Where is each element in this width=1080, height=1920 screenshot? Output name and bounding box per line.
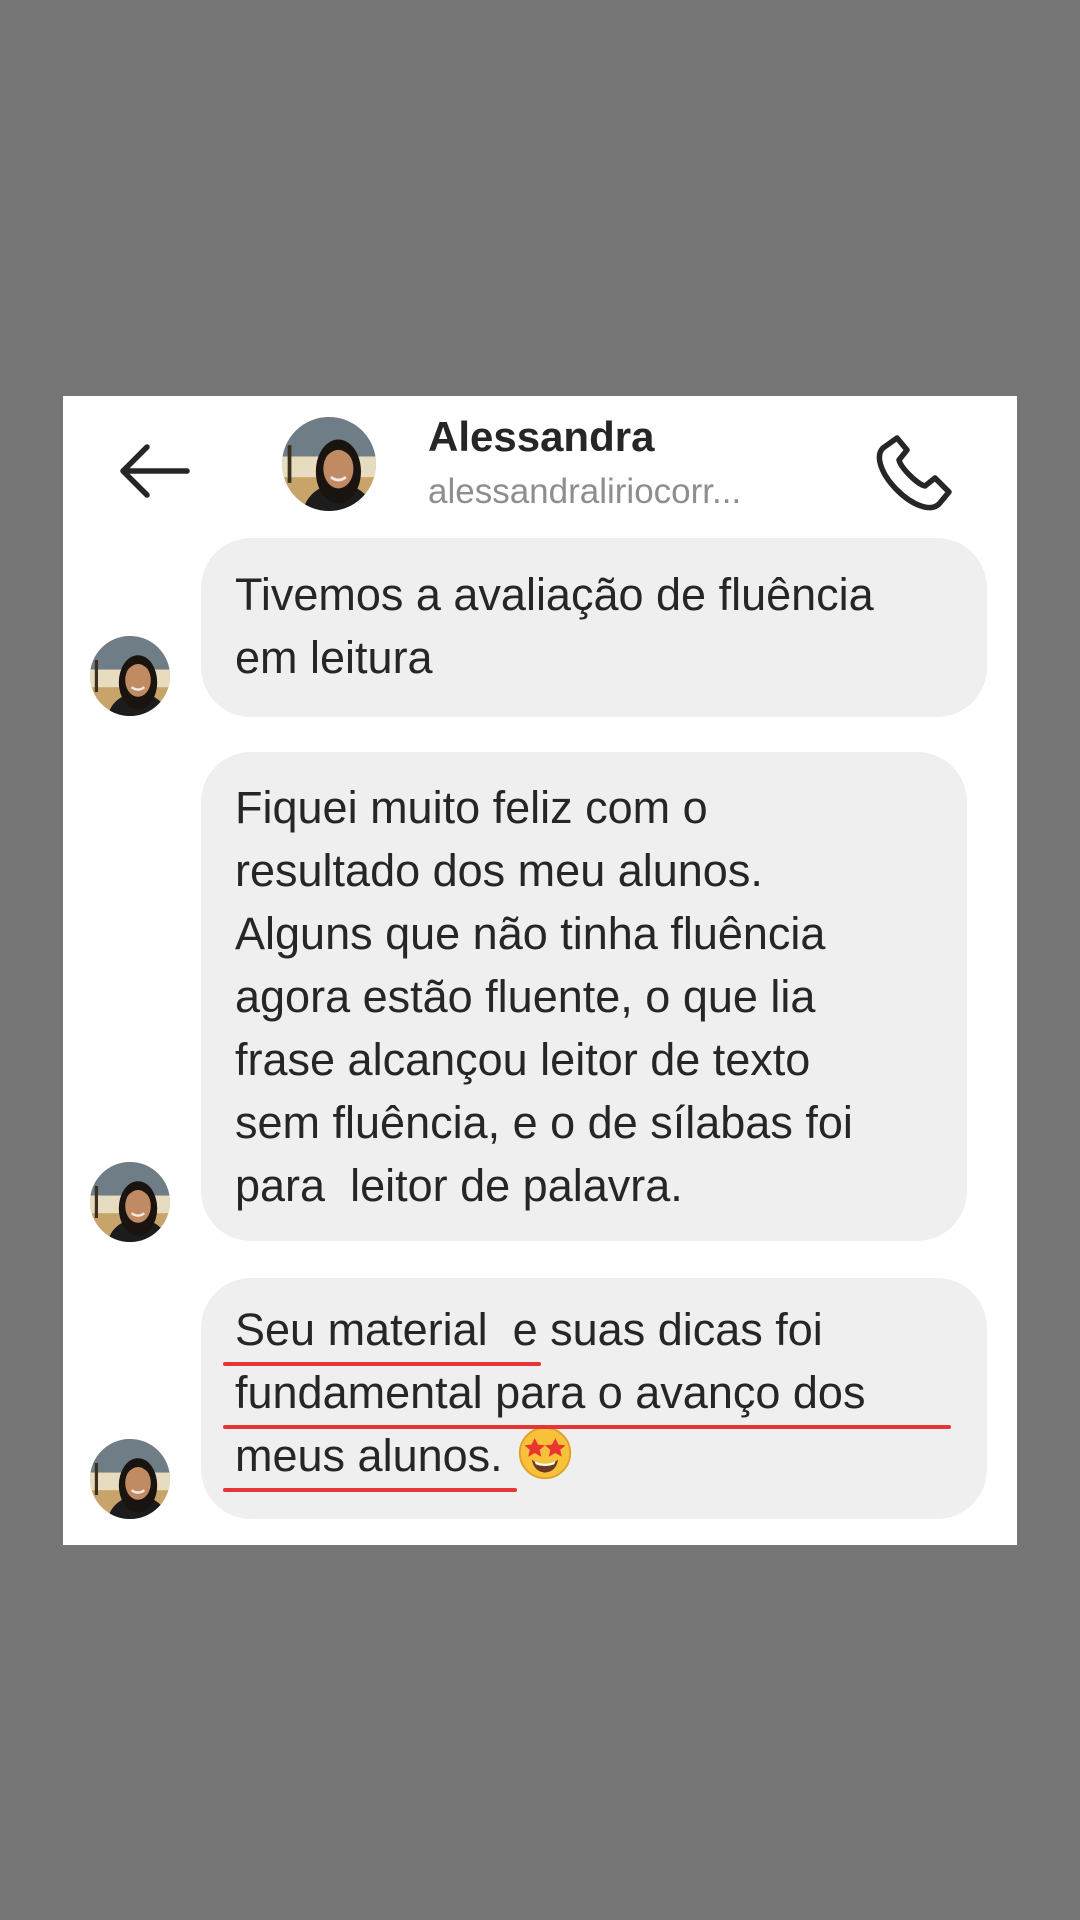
avatar-photo bbox=[90, 1439, 170, 1519]
message-line: Alguns que não tinha fluência bbox=[235, 908, 826, 959]
message-line: Fiquei muito feliz com o bbox=[235, 782, 708, 833]
message-bubble[interactable]: Seu material e suas dicas foi fundamenta… bbox=[201, 1278, 987, 1519]
message-line: Seu material e suas dicas foi bbox=[235, 1304, 823, 1355]
contact-name[interactable]: Alessandra bbox=[428, 413, 654, 461]
avatar[interactable] bbox=[282, 417, 376, 511]
message-line: agora estão fluente, o que lia bbox=[235, 971, 816, 1022]
chat-screenshot: Alessandra alessandraliriocorr... Tivemo… bbox=[63, 396, 1017, 1545]
sender-avatar[interactable] bbox=[90, 1162, 170, 1242]
red-underline-annotation bbox=[223, 1362, 541, 1366]
message-bubble[interactable]: Tivemos a avaliação de fluência em leitu… bbox=[201, 538, 987, 717]
avatar-photo bbox=[282, 417, 376, 511]
sender-avatar[interactable] bbox=[90, 636, 170, 716]
phone-icon bbox=[876, 435, 952, 511]
message-line: sem fluência, e o de sílabas foi bbox=[235, 1097, 853, 1148]
back-button[interactable] bbox=[113, 436, 193, 506]
message-line: Tivemos a avaliação de fluência bbox=[235, 569, 874, 620]
red-underline-annotation bbox=[223, 1425, 951, 1429]
sender-avatar[interactable] bbox=[90, 1439, 170, 1519]
call-button[interactable] bbox=[869, 426, 959, 516]
message-line-with-emoji: meus alunos. bbox=[235, 1424, 987, 1487]
avatar-photo bbox=[90, 636, 170, 716]
message-line: para leitor de palavra. bbox=[235, 1160, 683, 1211]
avatar-photo bbox=[90, 1162, 170, 1242]
message-line: fundamental para o avanço dos bbox=[235, 1367, 866, 1418]
arrow-left-icon bbox=[120, 444, 190, 498]
contact-username: alessandraliriocorr... bbox=[428, 472, 742, 511]
message-line: resultado dos meu alunos. bbox=[235, 845, 763, 896]
chat-header: Alessandra alessandraliriocorr... bbox=[63, 396, 1017, 534]
message-bubble[interactable]: Fiquei muito feliz com o resultado dos m… bbox=[201, 752, 967, 1241]
star-struck-emoji bbox=[518, 1426, 571, 1480]
message-line: em leitura bbox=[235, 632, 433, 683]
message-line: meus alunos. bbox=[235, 1430, 503, 1481]
message-line: frase alcançou leitor de texto bbox=[235, 1034, 811, 1085]
red-underline-annotation bbox=[223, 1488, 517, 1492]
